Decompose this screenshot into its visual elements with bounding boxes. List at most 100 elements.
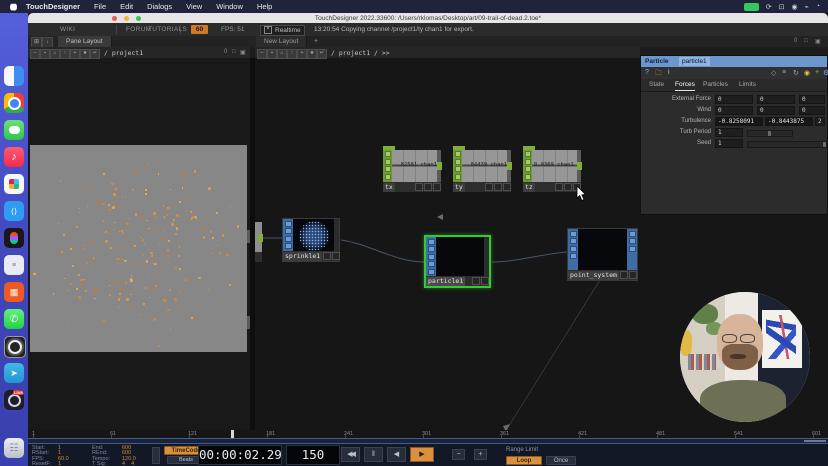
net-enter-button[interactable]: ↵ (317, 49, 327, 59)
pane-add-button[interactable]: + (70, 49, 80, 59)
frame-increment-button[interactable]: + (474, 449, 487, 460)
external-force-y-field[interactable]: 0 (757, 95, 795, 104)
dock-item-chrome[interactable] (4, 93, 24, 113)
net-add-button[interactable]: + (297, 49, 307, 59)
geometry-viewport-pane[interactable] (28, 58, 250, 430)
left-pane-ctl-2[interactable]: □ (232, 49, 236, 55)
tutorials-link[interactable]: TUTORIALS (148, 26, 187, 33)
add-icon[interactable]: + (815, 69, 819, 76)
net-stop-button[interactable]: ▪ (267, 49, 277, 59)
menu-window[interactable]: Window (216, 2, 243, 11)
range-scroll-handle[interactable] (804, 440, 826, 442)
dock-item-grid-app[interactable]: ▦ (4, 282, 24, 302)
screen-sharing-indicator[interactable] (744, 3, 759, 11)
node-particle1[interactable]: particle1 (424, 235, 491, 288)
menu-dialogs[interactable]: Dialogs (147, 2, 172, 11)
node-name-label[interactable]: particle1 (426, 277, 465, 286)
gear-icon[interactable]: ⚙ (823, 69, 828, 77)
network-pane-path[interactable]: / project1 / >> (331, 49, 390, 57)
net-bookmark-button[interactable]: ★ (307, 49, 317, 59)
pane-enter-button[interactable]: ↵ (90, 49, 100, 59)
node-name-label[interactable]: point_system (568, 271, 619, 280)
param-tab-limits[interactable]: Limits (739, 81, 756, 90)
dock-item-notes[interactable]: ≡ (4, 255, 24, 275)
node-tx[interactable]: -.82581 chan1 tx (383, 150, 441, 192)
dock-item-finder[interactable] (4, 66, 24, 86)
left-pane-path[interactable]: / project1 (104, 49, 143, 57)
dock-item-slack[interactable] (4, 174, 24, 194)
dock-item-trash[interactable]: ☷ (4, 438, 24, 458)
dock-item-figma[interactable] (4, 228, 24, 248)
turbulence-y-field[interactable]: -0.8443875 (765, 117, 813, 126)
viewport-canvas[interactable] (30, 145, 247, 352)
pane-control-3[interactable]: ▣ (815, 38, 821, 45)
camera-icon[interactable]: ◉ (791, 3, 797, 11)
parameter-panel-header[interactable]: Particle particle1 (641, 56, 827, 67)
seed-field[interactable]: 1 (715, 139, 743, 148)
net-back-button[interactable]: – (257, 49, 267, 59)
clock-icon[interactable]: ◔ (816, 3, 820, 10)
param-tab-forces[interactable]: Forces (675, 81, 695, 91)
pause-button[interactable]: ‖ (364, 447, 383, 462)
menu-edit[interactable]: Edit (120, 2, 133, 11)
left-pane-ctl-3[interactable]: ▣ (240, 49, 246, 56)
turb-period-slider[interactable] (747, 130, 793, 137)
realtime-checkbox-icon[interactable]: × (264, 26, 272, 34)
apple-menu-icon[interactable] (10, 3, 17, 11)
realtime-toggle[interactable]: × Realtime (260, 25, 305, 36)
timeline-options-button[interactable] (152, 447, 160, 464)
dock-item-touchdesigner[interactable] (4, 336, 26, 358)
pane-back-button[interactable]: – (30, 49, 40, 59)
pane-home-button[interactable]: ⌂ (50, 49, 60, 59)
node-name-label[interactable]: sprinkle1 (283, 252, 322, 261)
left-pane-ctl-1[interactable]: 0 (224, 49, 227, 55)
node-clipped[interactable] (255, 222, 262, 262)
pane-control-2[interactable]: □ (804, 38, 808, 44)
jump-to-start-button[interactable]: ◀◀ (341, 447, 360, 462)
external-force-z-field[interactable]: 0 (799, 95, 825, 104)
timeline-field-value[interactable]: 4 4 (122, 461, 134, 466)
node-ty[interactable]: -.84439 chan1 ty (453, 150, 511, 192)
turb-period-field[interactable]: 1 (715, 128, 743, 137)
loop-button[interactable]: Loop (506, 456, 542, 465)
dock-item-telegram[interactable]: ➤ (4, 363, 24, 383)
recycle-icon[interactable]: ↻ (793, 69, 799, 77)
language-icon[interactable]: ◉ (804, 69, 810, 77)
node-name-label[interactable]: tx (383, 183, 395, 192)
turbulence-z-field[interactable]: 2 (815, 117, 825, 126)
pane-up-button[interactable]: ↑ (60, 49, 70, 59)
frame-display[interactable]: 150 (286, 445, 340, 465)
refresh-icon[interactable]: ⟳ (766, 3, 772, 11)
menu-view[interactable]: View (186, 2, 202, 11)
dock-item-obs[interactable]: LIVE (4, 390, 24, 410)
expression-icon[interactable]: ◇ (771, 69, 776, 77)
display-icon[interactable]: ⊡ (779, 3, 785, 11)
wiki-link[interactable]: WIKI (60, 26, 75, 33)
wind-y-field[interactable]: 0 (757, 106, 795, 115)
node-sprinkle1[interactable]: sprinkle1 (282, 218, 340, 262)
info-icon[interactable]: i (668, 69, 670, 76)
play-forward-button[interactable]: ▶ (410, 447, 434, 462)
list-icon[interactable]: ≡ (782, 69, 786, 76)
pane-control-1[interactable]: 0 (794, 38, 797, 44)
play-reverse-button[interactable]: ◀ (387, 447, 406, 462)
net-up-button[interactable]: ↑ (287, 49, 297, 59)
op-name-field[interactable]: particle1 (679, 57, 710, 66)
timeline-field-value[interactable]: 1 (58, 461, 61, 466)
node-name-label[interactable]: ty (453, 183, 465, 192)
pane-stop-button[interactable]: ▪ (40, 49, 50, 59)
net-home-button[interactable]: ⌂ (277, 49, 287, 59)
seed-slider[interactable] (747, 141, 827, 148)
dock-item-messages[interactable] (4, 120, 24, 140)
wind-x-field[interactable]: 0 (715, 106, 753, 115)
pane-bookmark-button[interactable]: ★ (80, 49, 90, 59)
dock-item-whatsapp[interactable]: ✆ (4, 309, 24, 329)
tab-new-layout[interactable]: New Layout (256, 36, 307, 47)
node-name-label[interactable]: tz (523, 183, 535, 192)
node-point-system[interactable]: point_system (567, 228, 638, 281)
turbulence-x-field[interactable]: -0.8258091 (715, 117, 763, 126)
menu-help[interactable]: Help (257, 2, 272, 11)
external-force-x-field[interactable]: 0 (715, 95, 753, 104)
node-tz[interactable]: 0.9369 chan1 tz (523, 150, 581, 192)
menu-file[interactable]: File (94, 2, 106, 11)
